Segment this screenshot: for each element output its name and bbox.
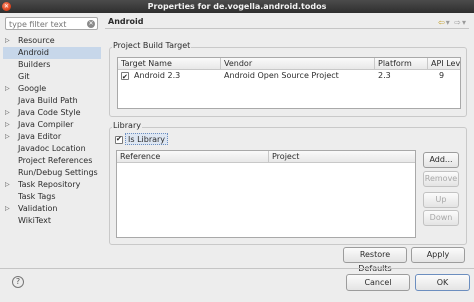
- move-down-button[interactable]: Down: [423, 210, 459, 226]
- expand-arrow-icon[interactable]: ▷: [5, 83, 13, 95]
- move-up-button[interactable]: Up: [423, 192, 459, 208]
- window-titlebar: ✕ Properties for de.vogella.android.todo…: [0, 0, 474, 13]
- column-header[interactable]: Target Name: [118, 58, 221, 70]
- help-icon[interactable]: ?: [12, 276, 24, 288]
- sidebar-item-label: Git: [18, 72, 30, 81]
- sidebar-item-label: Java Editor: [18, 132, 62, 141]
- expand-arrow-icon[interactable]: ▷: [5, 35, 13, 47]
- sidebar-tree: ▷ Resource Android Builders Git ▷ Google Java B…: [3, 35, 101, 227]
- sidebar-item[interactable]: Task Tags: [3, 191, 101, 203]
- sidebar-item-label: Run/Debug Settings: [18, 168, 98, 177]
- main-pane: Android ⇦▾ ⇨▾ Project Build Target Targe…: [105, 15, 471, 273]
- sidebar-item-label: Java Compiler: [18, 120, 74, 129]
- sidebar-item-label: Resource: [18, 36, 55, 45]
- sidebar-item-label: Task Tags: [18, 192, 56, 201]
- table-row[interactable]: Android 2.3 Android Open Source Project …: [118, 70, 460, 83]
- footer-separator: [0, 268, 474, 269]
- expand-arrow-icon[interactable]: ▷: [5, 131, 13, 143]
- window-title: Properties for de.vogella.android.todos: [147, 2, 327, 11]
- sidebar-item-label: Project References: [18, 156, 93, 165]
- library-group-label: Library: [112, 121, 142, 130]
- forward-menu-icon[interactable]: ▾: [462, 18, 467, 27]
- back-arrow-icon[interactable]: ⇦: [438, 18, 446, 27]
- sidebar-item[interactable]: ▷ Task Repository: [3, 179, 101, 191]
- sidebar-item-label: Task Repository: [18, 180, 81, 189]
- sidebar-item-label: Java Build Path: [18, 96, 78, 105]
- sidebar-item-label: Java Code Style: [18, 108, 81, 117]
- ok-button[interactable]: OK: [415, 274, 470, 291]
- page-title: Android: [108, 17, 144, 26]
- sidebar-item[interactable]: Git: [3, 71, 101, 83]
- sidebar-item[interactable]: ▷ Java Editor: [3, 131, 101, 143]
- remove-library-button[interactable]: Remove: [423, 171, 459, 187]
- is-library-label[interactable]: Is Library: [125, 133, 169, 145]
- sidebar-item-label: Builders: [18, 60, 51, 69]
- close-icon[interactable]: ✕: [2, 2, 11, 11]
- library-reference-table[interactable]: Reference Project: [116, 150, 416, 238]
- column-header[interactable]: Platform: [375, 58, 428, 70]
- column-header[interactable]: API Leve: [428, 58, 460, 70]
- vendor-cell: Android Open Source Project: [224, 71, 339, 80]
- sidebar-item-label: Validation: [18, 204, 58, 213]
- sidebar-item[interactable]: ▷ Google: [3, 83, 101, 95]
- title-separator: [105, 28, 469, 29]
- filter-input[interactable]: [9, 19, 87, 29]
- api-level-cell: 9: [439, 71, 445, 80]
- sidebar-item[interactable]: Run/Debug Settings: [3, 167, 101, 179]
- table-header: Target Name Vendor Platform API Leve: [118, 58, 460, 70]
- back-menu-icon[interactable]: ▾: [446, 18, 451, 27]
- sidebar-item-label: Javadoc Location: [18, 144, 86, 153]
- sidebar-item[interactable]: Android: [3, 47, 101, 59]
- is-library-checkbox[interactable]: [115, 135, 123, 144]
- sidebar-item[interactable]: ▷ Validation: [3, 203, 101, 215]
- column-header[interactable]: Project: [269, 151, 415, 163]
- table-header: Reference Project: [117, 151, 415, 163]
- column-header[interactable]: Vendor: [221, 58, 375, 70]
- sidebar-item[interactable]: ▷ Java Code Style: [3, 107, 101, 119]
- expand-arrow-icon[interactable]: ▷: [5, 119, 13, 131]
- filter-field[interactable]: ✕: [5, 17, 98, 30]
- target-name-cell: Android 2.3: [134, 71, 181, 80]
- sidebar-item[interactable]: ▷ Java Compiler: [3, 119, 101, 131]
- expand-arrow-icon[interactable]: ▷: [5, 203, 13, 215]
- sidebar-item[interactable]: Java Build Path: [3, 95, 101, 107]
- build-target-group-label: Project Build Target: [112, 41, 192, 50]
- restore-defaults-button[interactable]: Restore Defaults: [343, 247, 407, 273]
- sidebar: ✕ ▷ Resource Android Builders Git ▷ Google Java…: [3, 15, 101, 262]
- forward-arrow-icon[interactable]: ⇨: [454, 18, 462, 27]
- build-target-table[interactable]: Target Name Vendor Platform API Leve And…: [117, 57, 461, 109]
- sidebar-item[interactable]: Builders: [3, 59, 101, 71]
- apply-button[interactable]: Apply: [411, 247, 465, 263]
- expand-arrow-icon[interactable]: ▷: [5, 107, 13, 119]
- sidebar-item[interactable]: Javadoc Location: [3, 143, 101, 155]
- page-navigation: ⇦▾ ⇨▾: [438, 18, 467, 27]
- column-header[interactable]: Reference: [117, 151, 269, 163]
- sidebar-item-label: WikiText: [18, 216, 51, 225]
- target-checkbox[interactable]: [121, 71, 129, 83]
- platform-cell: 2.3: [378, 71, 391, 80]
- sidebar-item[interactable]: WikiText: [3, 215, 101, 227]
- sidebar-item-label: Google: [18, 84, 47, 93]
- add-library-button[interactable]: Add...: [423, 152, 459, 168]
- sidebar-item-label: Android: [18, 48, 49, 57]
- cancel-button[interactable]: Cancel: [346, 274, 410, 291]
- expand-arrow-icon[interactable]: ▷: [5, 179, 13, 191]
- sidebar-item[interactable]: Project References: [3, 155, 101, 167]
- clear-filter-icon[interactable]: ✕: [87, 20, 95, 28]
- sidebar-item[interactable]: ▷ Resource: [3, 35, 101, 47]
